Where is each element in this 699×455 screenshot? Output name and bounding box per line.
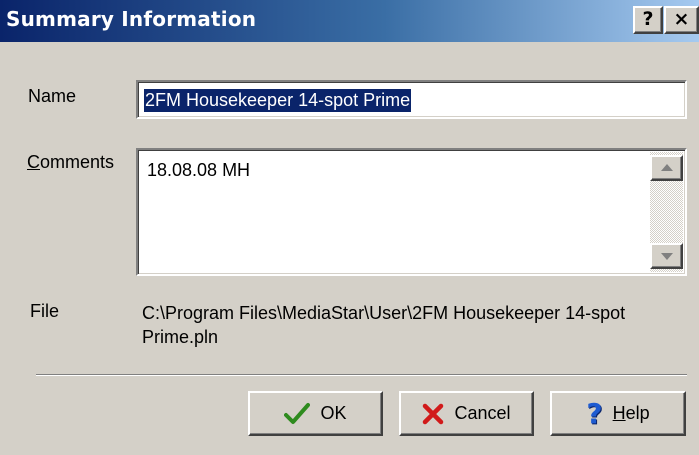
comments-text: 18.08.08 MH (147, 160, 251, 180)
red-x-icon (423, 403, 444, 424)
help-label-mnemonic: H (612, 403, 626, 423)
help-button-label: Help (613, 403, 650, 424)
summary-information-dialog: Summary Information ? × Name 2FM Houseke… (0, 0, 699, 455)
comments-textarea[interactable]: 18.08.08 MH (136, 148, 687, 276)
ok-button-label: OK (320, 403, 347, 423)
file-path: C:\Program Files\MediaStar\User\2FM Hous… (142, 303, 626, 347)
title-bar[interactable]: Summary Information ? × (0, 0, 699, 42)
name-input[interactable]: 2FM Housekeeper 14-spot Prime (136, 80, 687, 119)
question-mark-icon: ? (586, 396, 603, 430)
name-label: Name (28, 86, 77, 106)
file-label: File (30, 301, 60, 321)
name-input-value: 2FM Housekeeper 14-spot Prime (144, 89, 412, 112)
comments-scrollbar[interactable] (650, 152, 683, 272)
comments-label-rest: omments (40, 152, 115, 172)
arrow-up-icon (661, 164, 673, 171)
ok-button[interactable]: OK (248, 391, 383, 436)
title-close-button[interactable]: × (664, 6, 699, 34)
scroll-up-button[interactable] (650, 155, 683, 181)
title-help-button[interactable]: ? (633, 6, 663, 34)
arrow-down-icon (661, 253, 673, 260)
cancel-button[interactable]: Cancel (399, 391, 534, 436)
help-button[interactable]: ? Help (550, 391, 686, 436)
cancel-button-label: Cancel (454, 403, 511, 423)
scroll-down-button[interactable] (650, 243, 683, 269)
comments-label-mnemonic: C (27, 152, 40, 172)
window-title: Summary Information (6, 7, 257, 31)
comments-label: Comments (27, 152, 114, 173)
checkmark-icon (284, 402, 311, 424)
separator-line (36, 374, 687, 376)
help-label-rest: elp (625, 403, 650, 423)
